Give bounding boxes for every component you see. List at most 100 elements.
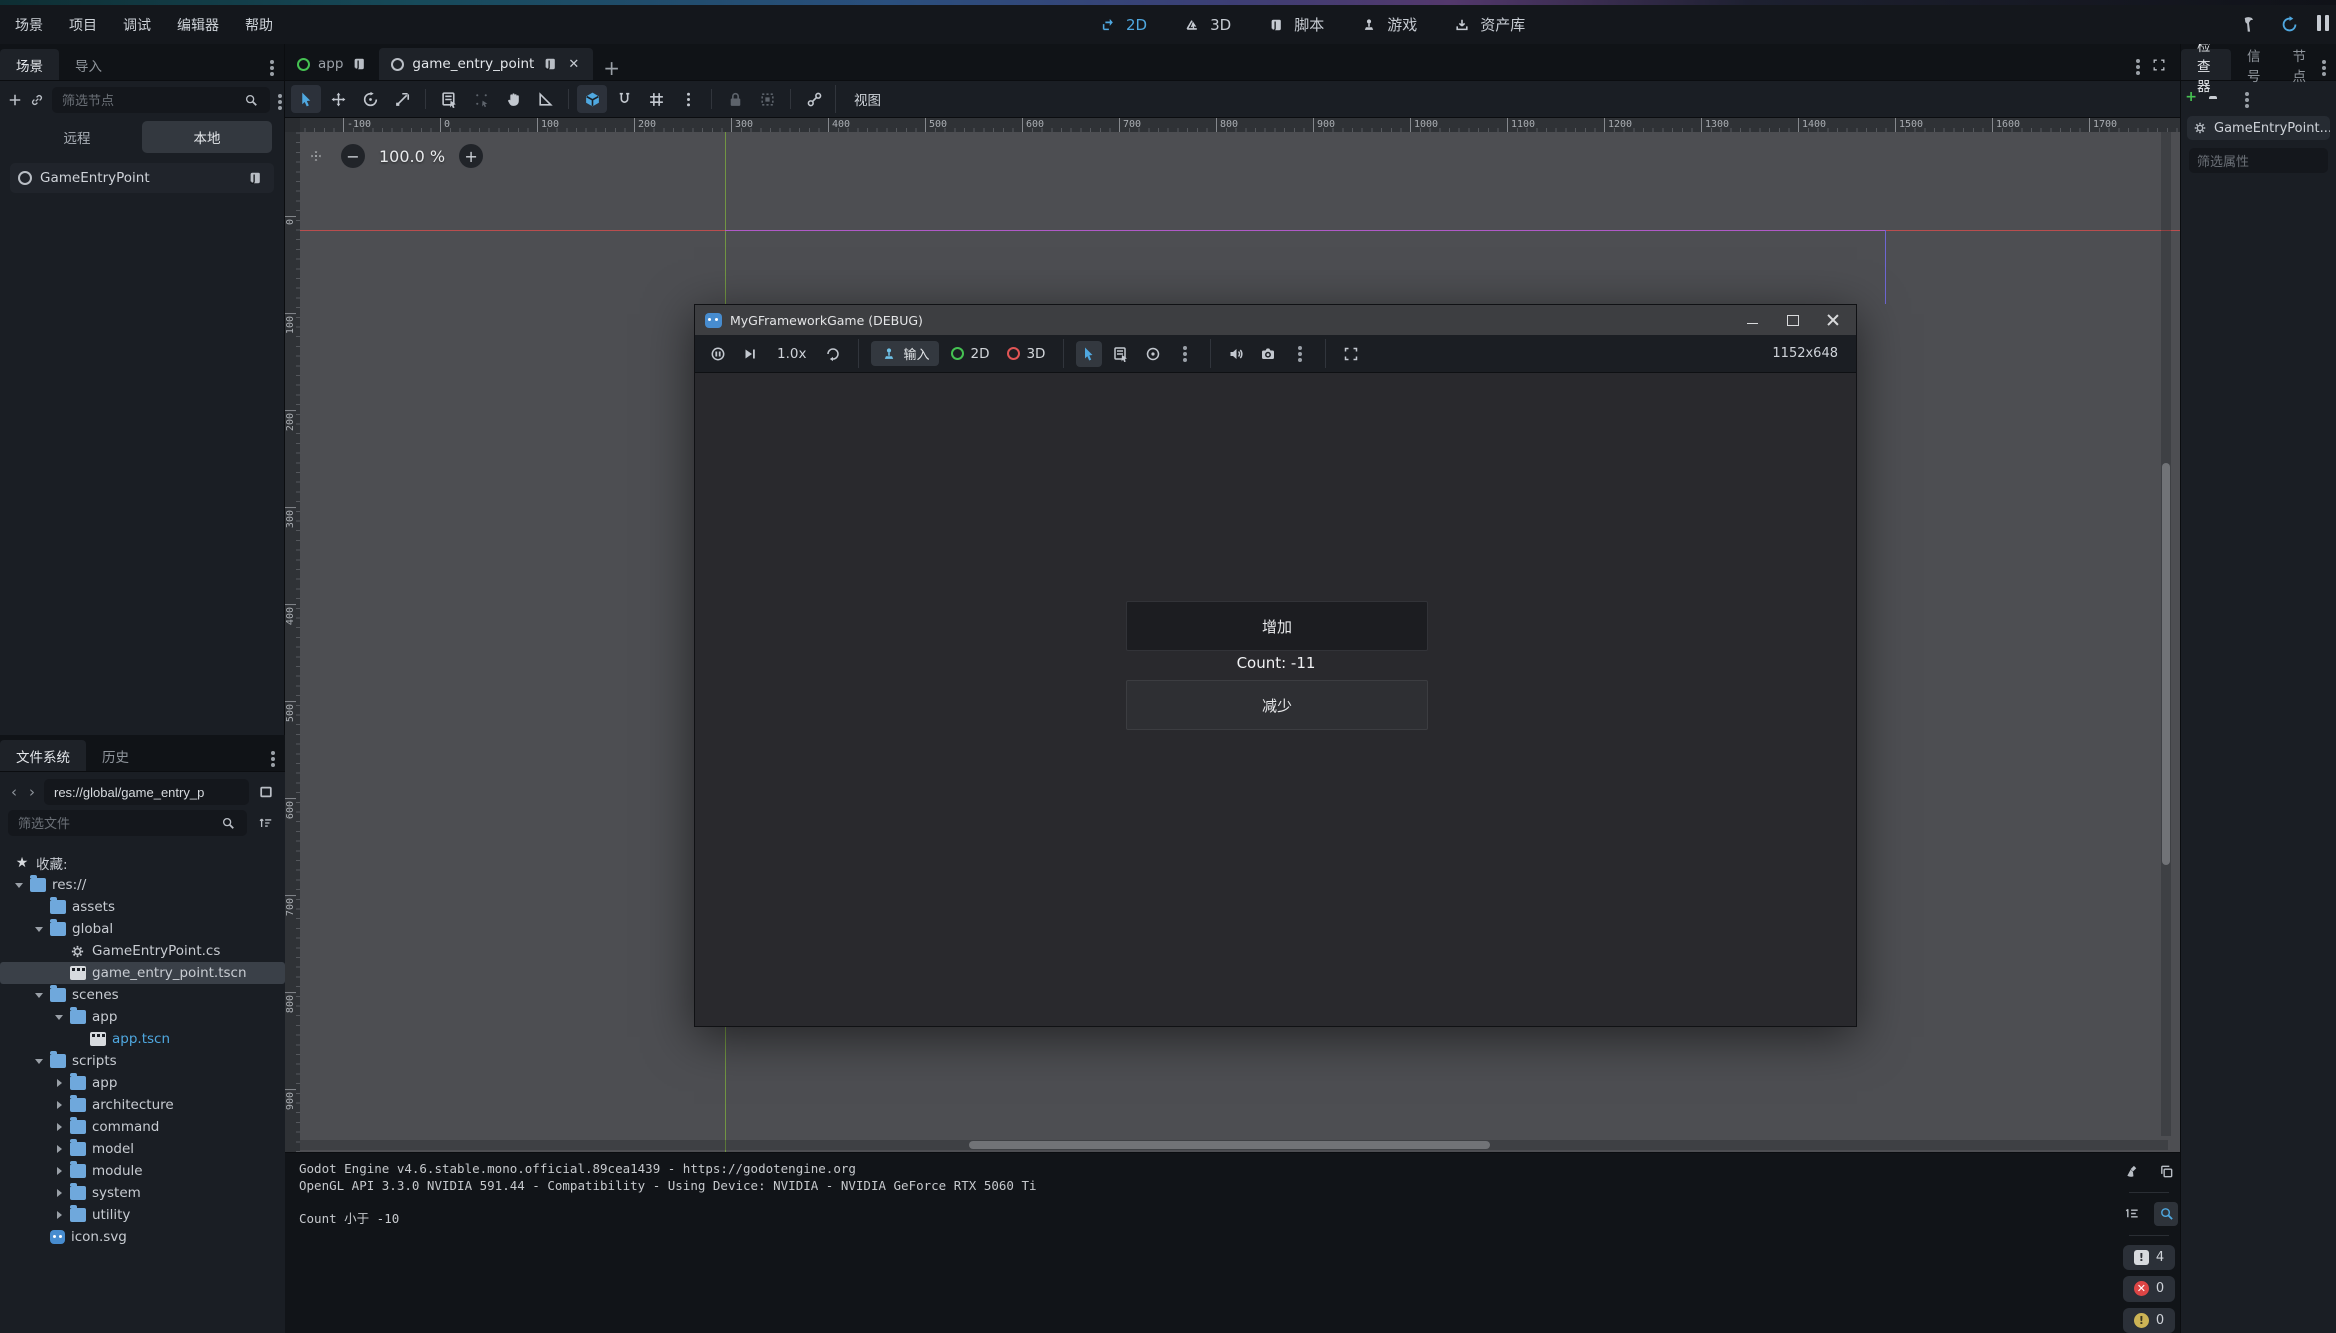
chevron-closed-icon[interactable]: [54, 1122, 64, 1132]
selection-menu-icon[interactable]: [1172, 341, 1198, 367]
favorites-row[interactable]: ★ 收藏:: [0, 852, 285, 874]
embed-menu-icon[interactable]: [1287, 341, 1313, 367]
errors-badge[interactable]: ✕ 0: [2123, 1276, 2175, 1301]
move-tool-icon[interactable]: [323, 85, 353, 113]
minimize-button[interactable]: [1746, 313, 1760, 327]
scene-root-node-row[interactable]: GameEntryPoint: [10, 163, 274, 193]
resource-menu-icon[interactable]: [2241, 91, 2249, 106]
input-mode-button[interactable]: 输入: [871, 341, 939, 366]
current-path-field[interactable]: [44, 779, 249, 805]
file-GameEntryPoint.cs[interactable]: GameEntryPoint.cs: [0, 940, 285, 962]
history-back-icon[interactable]: ‹: [8, 783, 20, 801]
select-tool-icon[interactable]: [291, 85, 321, 113]
file-app.tscn[interactable]: app.tscn: [0, 1028, 285, 1050]
chevron-open-icon[interactable]: [14, 880, 24, 890]
pause-icon[interactable]: [2316, 15, 2330, 35]
filter-properties-field[interactable]: 筛选属性: [2189, 148, 2328, 173]
menu-item[interactable]: 编辑器: [164, 10, 232, 40]
view-menu-button[interactable]: 视图: [842, 86, 893, 112]
chevron-closed-icon[interactable]: [54, 1166, 64, 1176]
instantiate-scene-icon[interactable]: [30, 89, 44, 111]
workspace-2d[interactable]: 2D: [1085, 10, 1159, 40]
workspace-脚本[interactable]: 脚本: [1253, 10, 1336, 40]
folder-app[interactable]: app: [0, 1072, 285, 1094]
filter-nodes-field[interactable]: [52, 87, 270, 113]
scene-dock-tab-导入[interactable]: 导入: [59, 49, 118, 80]
zoom-in-button[interactable]: +: [459, 144, 483, 168]
scene-tab-app[interactable]: app: [285, 48, 379, 80]
filesystem-dock-tab-文件系统[interactable]: 文件系统: [0, 740, 86, 771]
scene-tree-menu-icon[interactable]: [278, 93, 282, 108]
filesystem-dock-tab-历史[interactable]: 历史: [86, 740, 145, 771]
menu-item[interactable]: 场景: [2, 10, 56, 40]
folder-scripts[interactable]: scripts: [0, 1050, 285, 1072]
search-output-icon[interactable]: [2154, 1202, 2178, 1226]
grid-options-tool-icon[interactable]: [641, 85, 671, 113]
chevron-open-icon[interactable]: [54, 1012, 64, 1022]
folder-module[interactable]: module: [0, 1160, 285, 1182]
folder-app[interactable]: app: [0, 1006, 285, 1028]
workspace-资产库[interactable]: 资产库: [1439, 10, 1537, 40]
focus-selection-icon[interactable]: [1140, 341, 1166, 367]
warnings-badge[interactable]: ! 0: [2123, 1308, 2175, 1333]
chevron-closed-icon[interactable]: [54, 1188, 64, 1198]
collapse-duplicates-icon[interactable]: [2120, 1202, 2144, 1226]
chevron-open-icon[interactable]: [34, 924, 44, 934]
chevron-closed-icon[interactable]: [54, 1144, 64, 1154]
filesystem-dock-menu-icon[interactable]: [271, 750, 285, 771]
close-tab-icon[interactable]: ✕: [566, 57, 581, 72]
center-view-icon[interactable]: [305, 145, 327, 167]
script-icon[interactable]: [542, 53, 558, 75]
script-icon[interactable]: [244, 167, 266, 189]
chevron-closed-icon[interactable]: [54, 1100, 64, 1110]
inspector-dock-tab-信号[interactable]: 信号: [2231, 49, 2277, 80]
measure-tool-icon[interactable]: [530, 85, 560, 113]
menu-dots-tool-icon[interactable]: [673, 85, 703, 113]
audio-icon[interactable]: [1223, 341, 1249, 367]
select-cursor-icon[interactable]: [1076, 341, 1102, 367]
close-button[interactable]: [1826, 313, 1840, 327]
pan-tool-icon[interactable]: [498, 85, 528, 113]
restart-icon[interactable]: [820, 341, 846, 367]
tab-list-menu-icon[interactable]: [2136, 58, 2140, 73]
reload-project-icon[interactable]: [2276, 12, 2302, 38]
file-icon.svg[interactable]: icon.svg: [0, 1226, 285, 1248]
folder-global[interactable]: global: [0, 918, 285, 940]
filter-files-field[interactable]: [8, 810, 247, 836]
filter-files-input[interactable]: [16, 815, 217, 832]
snap-grid-tool-icon[interactable]: [609, 85, 639, 113]
menu-item[interactable]: 调试: [110, 10, 164, 40]
scale-tool-icon[interactable]: [387, 85, 417, 113]
chevron-closed-icon[interactable]: [54, 1210, 64, 1220]
inspector-dock-menu-icon[interactable]: [2322, 59, 2336, 80]
increase-button[interactable]: 增加: [1126, 601, 1428, 651]
skeleton-tool-icon[interactable]: [799, 85, 829, 113]
rotate-tool-icon[interactable]: [355, 85, 385, 113]
fullscreen-icon[interactable]: [1338, 341, 1364, 367]
messages-badge[interactable]: ! 4: [2123, 1245, 2175, 1270]
snap-position-tool-icon[interactable]: [466, 85, 496, 113]
sort-files-icon[interactable]: [255, 812, 277, 834]
picking-2d-button[interactable]: 2D: [945, 346, 995, 362]
history-forward-icon[interactable]: ›: [26, 783, 38, 801]
list-select-icon[interactable]: [1108, 341, 1134, 367]
next-frame-icon[interactable]: [737, 341, 763, 367]
folder-command[interactable]: command: [0, 1116, 285, 1138]
playback-speed[interactable]: 1.0x: [769, 346, 814, 362]
filter-nodes-input[interactable]: [60, 92, 240, 109]
inspected-node-row[interactable]: GameEntryPoint...: [2187, 116, 2330, 140]
folder-model[interactable]: model: [0, 1138, 285, 1160]
vertical-scrollbar[interactable]: [2161, 132, 2171, 1136]
picking-3d-button[interactable]: 3D: [1001, 346, 1051, 362]
clear-output-icon[interactable]: [2120, 1159, 2144, 1183]
scene-dock-tab-场景[interactable]: 场景: [0, 49, 59, 80]
chevron-closed-icon[interactable]: [54, 1078, 64, 1088]
script-icon[interactable]: [351, 53, 367, 75]
zoom-out-button[interactable]: −: [341, 144, 365, 168]
folder-assets[interactable]: assets: [0, 896, 285, 918]
folder-utility[interactable]: utility: [0, 1204, 285, 1226]
lock-tool-icon[interactable]: [720, 85, 750, 113]
menu-item[interactable]: 项目: [56, 10, 110, 40]
menu-item[interactable]: 帮助: [232, 10, 286, 40]
smart-snap-tool-icon[interactable]: [577, 85, 607, 113]
